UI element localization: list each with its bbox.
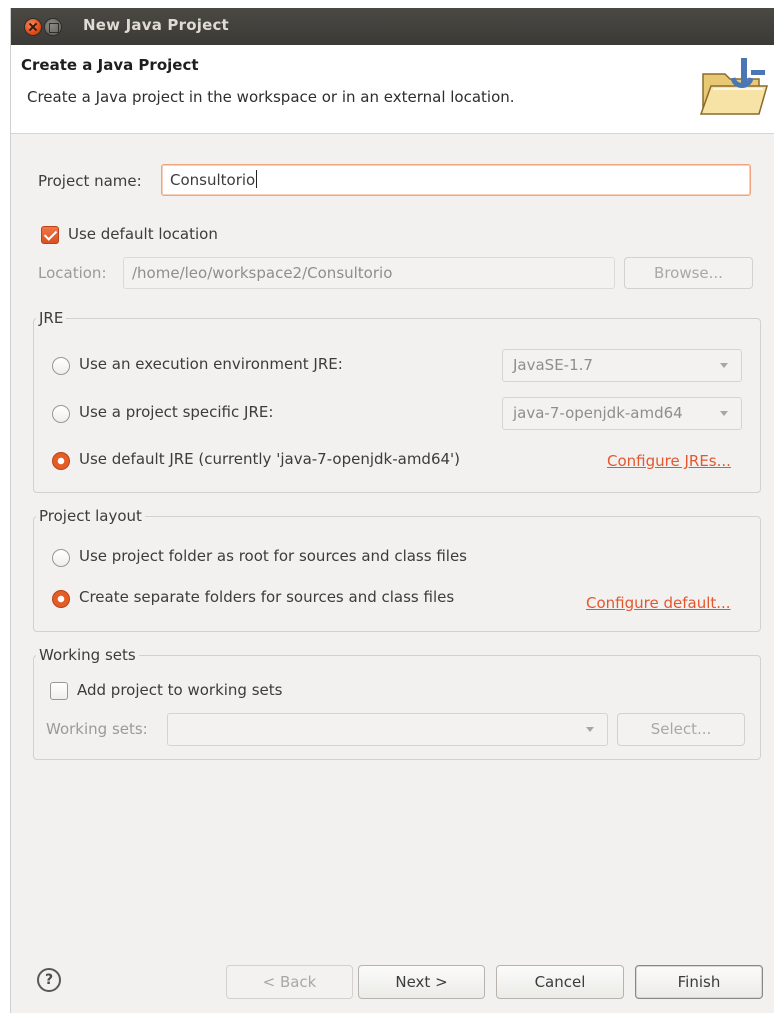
configure-default-link[interactable]: Configure default... (586, 594, 731, 612)
separate-folders-label[interactable]: Create separate folders for sources and … (79, 588, 454, 606)
browse-button[interactable]: Browse... (624, 257, 753, 289)
dropdown-arrow-icon (720, 411, 728, 416)
radio-execution-environment-jre[interactable] (52, 357, 70, 375)
add-to-working-sets-label[interactable]: Add project to working sets (77, 681, 282, 699)
execution-environment-jre-label[interactable]: Use an execution environment JRE: (79, 355, 343, 373)
location-value: /home/leo/workspace2/Consultorio (132, 264, 393, 282)
project-name-input[interactable]: Consultorio (161, 164, 751, 196)
question-mark-icon[interactable]: ? (37, 968, 61, 992)
radio-project-specific-jre[interactable] (52, 405, 70, 423)
wizard-header: Create a Java Project Create a Java proj… (11, 45, 774, 134)
project-specific-jre-combo[interactable]: java-7-openjdk-amd64 (502, 397, 742, 430)
execution-environment-combo-value: JavaSE-1.7 (513, 356, 593, 374)
project-name-value: Consultorio (170, 171, 256, 189)
cancel-button[interactable]: Cancel (496, 965, 624, 999)
window-title: New Java Project (83, 16, 229, 34)
project-name-label: Project name: (38, 172, 142, 190)
execution-environment-combo[interactable]: JavaSE-1.7 (502, 349, 742, 382)
location-input[interactable]: /home/leo/workspace2/Consultorio (123, 257, 615, 289)
project-specific-jre-label[interactable]: Use a project specific JRE: (79, 403, 273, 421)
configure-jres-link[interactable]: Configure JREs... (607, 452, 731, 470)
text-caret (256, 170, 258, 188)
minimize-window-icon[interactable] (45, 19, 61, 35)
new-java-project-dialog: New Java Project Create a Java Project C… (10, 8, 774, 1013)
project-specific-jre-combo-value: java-7-openjdk-amd64 (513, 404, 683, 422)
use-default-location-checkbox[interactable] (41, 226, 59, 244)
use-default-location-label[interactable]: Use default location (68, 225, 218, 243)
add-to-working-sets-checkbox[interactable] (50, 682, 68, 700)
select-working-sets-button[interactable]: Select... (617, 713, 745, 746)
working-sets-group-title: Working sets (36, 646, 139, 664)
dropdown-arrow-icon (586, 727, 594, 732)
default-jre-label[interactable]: Use default JRE (currently 'java-7-openj… (79, 450, 460, 468)
radio-project-folder-as-root[interactable] (52, 549, 70, 567)
working-sets-combo[interactable] (167, 713, 608, 746)
close-window-icon[interactable] (25, 19, 41, 35)
project-layout-group (33, 516, 761, 632)
location-label: Location: (38, 264, 107, 282)
title-bar: New Java Project (11, 8, 774, 45)
project-layout-group-title: Project layout (36, 507, 145, 525)
project-folder-as-root-label[interactable]: Use project folder as root for sources a… (79, 547, 467, 565)
radio-default-jre[interactable] (52, 452, 70, 470)
wizard-page-title: Create a Java Project (21, 56, 199, 74)
jre-group-title: JRE (36, 309, 67, 327)
next-button[interactable]: Next > (358, 965, 485, 999)
dropdown-arrow-icon (720, 363, 728, 368)
wizard-page-description: Create a Java project in the workspace o… (27, 88, 515, 106)
radio-separate-folders[interactable] (52, 590, 70, 608)
java-project-folder-icon (699, 58, 768, 115)
working-sets-label: Working sets: (46, 720, 148, 738)
back-button[interactable]: < Back (226, 965, 353, 999)
finish-button[interactable]: Finish (635, 965, 763, 999)
